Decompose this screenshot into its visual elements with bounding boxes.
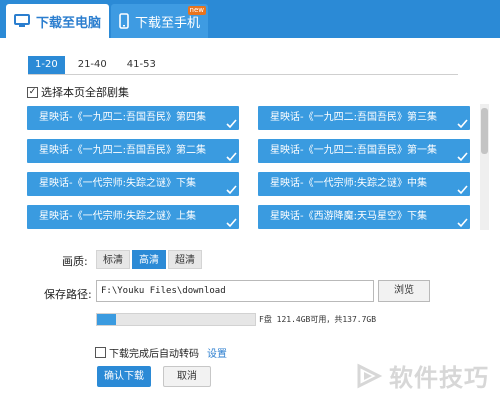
check-icon [457,152,468,162]
check-icon [226,152,237,162]
watermark: 软件技巧 [355,358,489,393]
episode-item[interactable]: 星映话-《一代宗师:失踪之谜》中集 [258,172,470,196]
save-path-input[interactable]: F:\Youku Files\download [96,280,374,302]
checkbox-checked-icon: ✓ [27,86,38,98]
episode-item[interactable]: 星映话-《一九四二:吾国吾民》第四集 [27,106,239,130]
new-badge: new [187,6,206,15]
watermark-logo-icon [357,363,383,388]
quality-option-hd[interactable]: 高清 [132,250,166,269]
range-tab-1-20[interactable]: 1-20 [28,56,65,74]
episode-label: 星映话-《一九四二:吾国吾民》第二集 [39,145,206,156]
episode-item[interactable]: 星映话-《一九四二:吾国吾民》第二集 [27,139,239,163]
monitor-icon [14,14,30,28]
episode-item[interactable]: 星映话-《西游降魔:天马星空》下集 [258,205,470,229]
episode-item[interactable]: 星映话-《一代宗师:失踪之谜》下集 [27,172,239,196]
episode-label: 星映话-《西游降魔:天马星空》下集 [270,211,427,222]
disk-usage-bar [96,313,256,326]
check-icon [226,185,237,195]
auto-transcode-option: 下载完成后自动转码 设置 [95,345,227,360]
episode-label: 星映话-《一九四二:吾国吾民》第三集 [270,112,437,123]
quality-option-uhd[interactable]: 超清 [168,250,202,269]
episode-label: 星映话-《一九四二:吾国吾民》第一集 [270,145,437,156]
browse-button[interactable]: 浏览 [378,280,430,302]
auto-transcode-checkbox[interactable] [95,347,106,358]
check-icon [226,218,237,228]
episode-label: 星映话-《一代宗师:失踪之谜》上集 [39,211,196,222]
select-all-label: 选择本页全部剧集 [41,86,129,99]
tab-label: 下载至电脑 [36,15,102,31]
tab-download-to-phone[interactable]: 下载至手机 new [111,4,208,38]
scrollbar-thumb[interactable] [481,108,488,154]
cancel-button[interactable]: 取消 [163,366,211,387]
episode-item[interactable]: 星映话-《一九四二:吾国吾民》第三集 [258,106,470,130]
quality-label: 画质: [62,255,88,268]
divider [28,74,458,75]
select-all-checkbox[interactable]: ✓ 选择本页全部剧集 [27,84,129,100]
confirm-download-button[interactable]: 确认下载 [97,366,151,387]
save-path-label: 保存路径: [44,288,92,301]
auto-transcode-label: 下载完成后自动转码 [109,349,199,360]
episode-label: 星映话-《一九四二:吾国吾民》第四集 [39,112,206,123]
check-icon [226,119,237,129]
episode-item[interactable]: 星映话-《一九四二:吾国吾民》第一集 [258,139,470,163]
check-icon [457,218,468,228]
range-tab-41-53[interactable]: 41-53 [120,56,163,74]
check-icon [457,119,468,129]
disk-space-text: F盘 121.4GB可用，共137.7GB [259,315,377,324]
tab-download-to-pc[interactable]: 下载至电脑 [6,4,109,38]
disk-usage-fill [97,314,116,325]
episode-label: 星映话-《一代宗师:失踪之谜》中集 [270,178,427,189]
episode-range-tabs: 1-20 21-40 41-53 [28,56,169,74]
range-tab-21-40[interactable]: 21-40 [71,56,114,74]
settings-link[interactable]: 设置 [207,345,227,360]
phone-icon [119,13,129,29]
watermark-text: 软件技巧 [389,364,489,392]
tab-bar: 下载至电脑 下载至手机 new [0,0,500,38]
quality-option-sd[interactable]: 标清 [96,250,130,269]
episode-label: 星映话-《一代宗师:失踪之谜》下集 [39,178,196,189]
check-icon [457,185,468,195]
episode-item[interactable]: 星映话-《一代宗师:失踪之谜》上集 [27,205,239,229]
